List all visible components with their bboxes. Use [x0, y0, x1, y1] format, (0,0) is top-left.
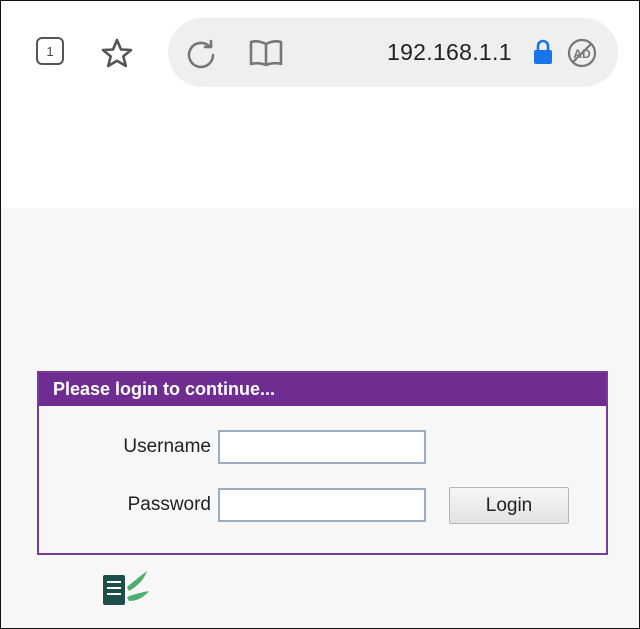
adblock-icon[interactable]: AD [567, 38, 597, 68]
login-panel: Please login to continue... Username Pas… [37, 371, 608, 555]
svg-text:فكرة: فكرة [1, 573, 4, 619]
lock-icon[interactable] [532, 39, 554, 65]
star-icon[interactable] [100, 37, 134, 69]
url-text[interactable]: 192.168.1.1 [387, 39, 512, 66]
username-input[interactable] [218, 430, 426, 464]
tab-switcher-button[interactable]: 1 [36, 37, 64, 65]
tab-count: 1 [46, 43, 54, 59]
password-input[interactable] [218, 488, 426, 522]
reload-icon[interactable] [185, 38, 217, 70]
fikra-logo: فكرة [1, 571, 149, 619]
login-header: Please login to continue... [39, 373, 606, 406]
login-button[interactable]: Login [449, 487, 569, 524]
page-content: Please login to continue... Username Pas… [1, 208, 639, 628]
book-icon [103, 571, 149, 605]
reader-icon[interactable] [248, 38, 284, 68]
username-label: Username [123, 436, 211, 457]
screen: 1 192.168.1.1 AD Please login to continu… [0, 0, 640, 629]
password-label: Password [127, 494, 211, 515]
